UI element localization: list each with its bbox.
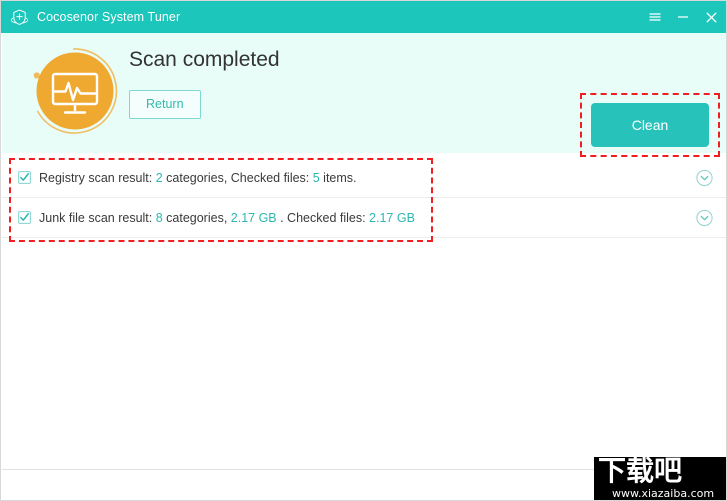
chevron-down-circle-icon[interactable] xyxy=(696,209,713,226)
scan-result-label: Junk file scan result: xyxy=(39,210,156,225)
table-row[interactable]: Junk file scan result: 8 categories, 2.1… xyxy=(2,198,726,238)
return-button[interactable]: Return xyxy=(129,90,201,119)
watermark-url: www.xiazaiba.com xyxy=(612,487,715,500)
app-window: Cocosenor System Tuner Scan completed Re… xyxy=(0,0,727,501)
scan-result-label: items. xyxy=(319,170,357,185)
clean-button[interactable]: Clean xyxy=(591,103,709,147)
scan-result-value: 2.17 GB xyxy=(230,210,277,225)
scan-results-list: Registry scan result: 2 categories, Chec… xyxy=(2,158,726,238)
chevron-down-circle-icon[interactable] xyxy=(696,169,713,186)
watermark-glyphs: 下载吧 xyxy=(598,457,683,487)
window-controls xyxy=(642,1,724,33)
hamburger-menu-icon[interactable] xyxy=(642,4,668,30)
scan-result-label: categories, xyxy=(162,210,231,225)
minimize-icon[interactable] xyxy=(670,4,696,30)
scan-result-value: 2 xyxy=(155,170,163,185)
hero-text-block: Scan completed Return xyxy=(129,47,280,119)
page-title: Scan completed xyxy=(129,48,280,71)
monitor-pulse-icon xyxy=(27,45,119,137)
site-watermark: 下载吧 www.xiazaiba.com xyxy=(594,457,726,500)
title-bar: Cocosenor System Tuner xyxy=(1,1,726,33)
scan-result-value: 2.17 GB xyxy=(369,210,415,225)
scan-result-label: . Checked files: xyxy=(276,210,370,225)
scan-result-text: Registry scan result: 2 categories, Chec… xyxy=(39,171,357,185)
scan-result-label: Registry scan result: xyxy=(39,170,156,185)
scan-result-text: Junk file scan result: 8 categories, 2.1… xyxy=(39,211,415,225)
shield-plus-icon xyxy=(10,8,29,27)
app-title: Cocosenor System Tuner xyxy=(37,10,181,24)
scan-result-value: 8 xyxy=(155,210,163,225)
scan-result-value: 5 xyxy=(312,170,320,185)
close-icon[interactable] xyxy=(698,4,724,30)
hero-header: Scan completed Return Clean xyxy=(2,33,726,157)
scan-result-label: categories, Checked files: xyxy=(162,170,313,185)
title-bar-left: Cocosenor System Tuner xyxy=(1,8,180,27)
table-row[interactable]: Registry scan result: 2 categories, Chec… xyxy=(2,158,726,198)
checkbox-checked-icon[interactable] xyxy=(18,211,31,224)
checkbox-checked-icon[interactable] xyxy=(18,171,31,184)
